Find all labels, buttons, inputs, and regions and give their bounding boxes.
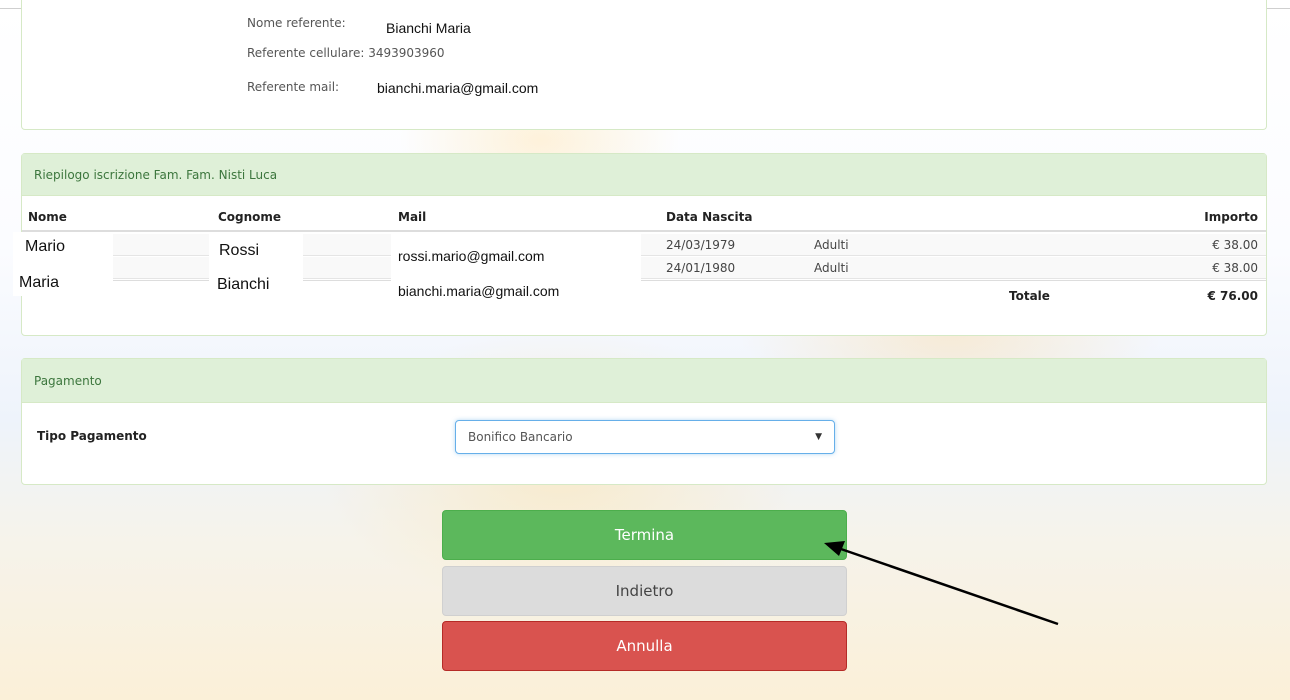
riepilogo-panel: Riepilogo iscrizione Fam. Fam. Nisti Luc… <box>13 153 1267 336</box>
col-mail: Mail <box>398 210 427 224</box>
col-nome: Nome <box>28 210 67 224</box>
nome-referente-value: Bianchi Maria <box>380 18 552 44</box>
row-cognome: Rossi <box>219 242 260 259</box>
tipo-pagamento-select[interactable]: Bonifico Bancario ▼ <box>455 420 835 454</box>
nome-referente-label: Nome referente: <box>247 16 346 30</box>
termina-button[interactable]: Termina <box>442 510 847 560</box>
nome-overlay: Mario Maria <box>13 232 113 296</box>
table-header: Nome Cognome Mail Data Nascita Importo <box>22 210 1266 232</box>
row-tipo: Adulti <box>814 238 849 252</box>
col-data-nascita: Data Nascita <box>666 210 753 224</box>
row-cognome: Bianchi <box>217 276 270 293</box>
row-nome: Mario <box>25 238 66 255</box>
annulla-button[interactable]: Annulla <box>442 621 847 671</box>
col-importo: Importo <box>1204 210 1258 224</box>
row-nome: Maria <box>19 274 60 291</box>
referente-panel: Nome referente: Referente cellulare: 349… <box>21 0 1267 130</box>
row-importo: € 38.00 <box>1212 261 1258 275</box>
row-data: 24/01/1980 <box>666 261 736 275</box>
indietro-button[interactable]: Indietro <box>442 566 847 616</box>
row-mail: rossi.mario@gmail.com <box>398 248 545 264</box>
row-mail: bianchi.maria@gmail.com <box>398 283 560 299</box>
row-importo: € 38.00 <box>1212 238 1258 252</box>
riepilogo-heading: Riepilogo iscrizione Fam. Fam. Nisti Luc… <box>22 154 1266 196</box>
referente-mail-value: bianchi.maria@gmail.com <box>371 80 545 96</box>
row-data: 24/03/1979 <box>666 238 736 252</box>
totale-value: € 76.00 <box>1207 289 1258 303</box>
pagamento-panel: Pagamento Tipo Pagamento Bonifico Bancar… <box>21 358 1267 485</box>
row-tipo: Adulti <box>814 261 849 275</box>
mail-overlay: rossi.mario@gmail.com bianchi.maria@gmai… <box>391 232 641 322</box>
referente-mail-label: Referente mail: <box>247 80 340 94</box>
tipo-pagamento-label: Tipo Pagamento <box>37 429 147 443</box>
referente-cellulare: Referente cellulare: 3493903960 <box>247 46 445 60</box>
chevron-down-icon: ▼ <box>815 432 822 442</box>
select-value: Bonifico Bancario <box>468 430 573 444</box>
pagamento-heading: Pagamento <box>22 359 1266 403</box>
col-cognome: Cognome <box>218 210 282 224</box>
totale-label: Totale <box>1009 289 1050 303</box>
cognome-overlay: Rossi Bianchi <box>209 232 303 306</box>
